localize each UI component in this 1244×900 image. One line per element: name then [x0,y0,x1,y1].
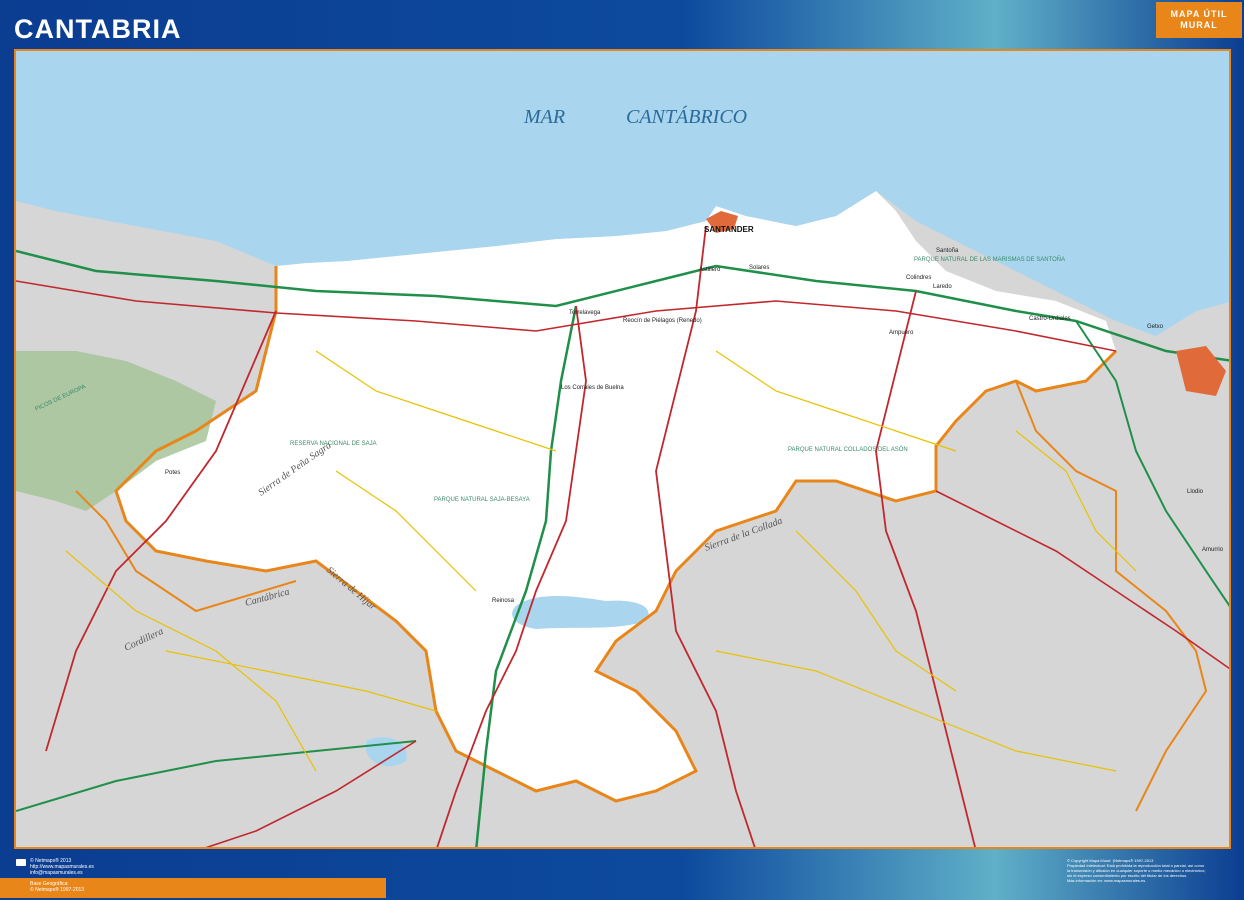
footer-left: © Netmaps® 2013 http://www.mapasmurales.… [30,858,94,876]
town-label: Llodio [1187,489,1204,495]
park-label: RESERVA NACIONAL DE SAJA [290,441,377,447]
town-label: Getxo [1147,324,1164,330]
capital-label: SANTANDER [704,225,754,234]
footer-right-line: Más información en: www.mapasmurales.es [1067,878,1146,883]
town-label: Astillero [699,267,721,273]
town-label: Santoña [936,248,959,254]
map-svg: MAR CANTÁBRICO SANTANDER Torrelavega Los… [16,51,1229,847]
town-label: Castro-Urdiales [1029,316,1071,322]
footer-base: Base Geográfica: © Netmaps® 1997-2013 [30,881,84,893]
page-title: CANTABRIA [14,14,182,44]
town-label: Amurrio [1202,547,1224,553]
map-canvas[interactable]: MAR CANTÁBRICO SANTANDER Torrelavega Los… [14,49,1231,849]
badge-line-1: MAPA ÚTIL [1170,9,1228,19]
badge-line-2: MURAL [1180,20,1218,30]
sea-label-cantabrico: CANTÁBRICO [626,105,747,128]
park-label: PARQUE NATURAL SAJA-BESAYA [434,497,530,503]
town-label: Laredo [933,284,952,290]
sea-label-mar: MAR [523,106,565,128]
footer-right: © Copyright Mapa Mural ·(Netmaps® 1997-2… [1067,858,1237,883]
netmaps-logo-icon [16,859,26,866]
map-poster: CANTABRIA MAPA ÚTIL MURAL MAR CANTÁBRICO… [0,0,1244,900]
brand-badge: MAPA ÚTIL MURAL [1156,2,1242,38]
town-label: Los Corrales de Buelna [561,385,624,391]
footer-base-line: © Netmaps® 1997-2013 [30,887,85,893]
town-label: Colindres [906,275,931,281]
town-label: Reinosa [492,598,515,604]
footer-left-line[interactable]: info@mapasmurales.es [30,870,94,876]
town-label: Reocín de Piélagos (Renedo) [623,318,702,324]
park-label: PARQUE NATURAL DE LAS MARISMAS DE SANTOÑ… [914,256,1065,263]
park-label: PARQUE NATURAL COLLADOS DEL ASÓN [788,446,908,453]
town-label: Ampuero [889,330,914,336]
town-label: Torrelavega [569,310,601,316]
town-label: Solares [749,265,769,271]
town-label: Potes [165,470,180,476]
